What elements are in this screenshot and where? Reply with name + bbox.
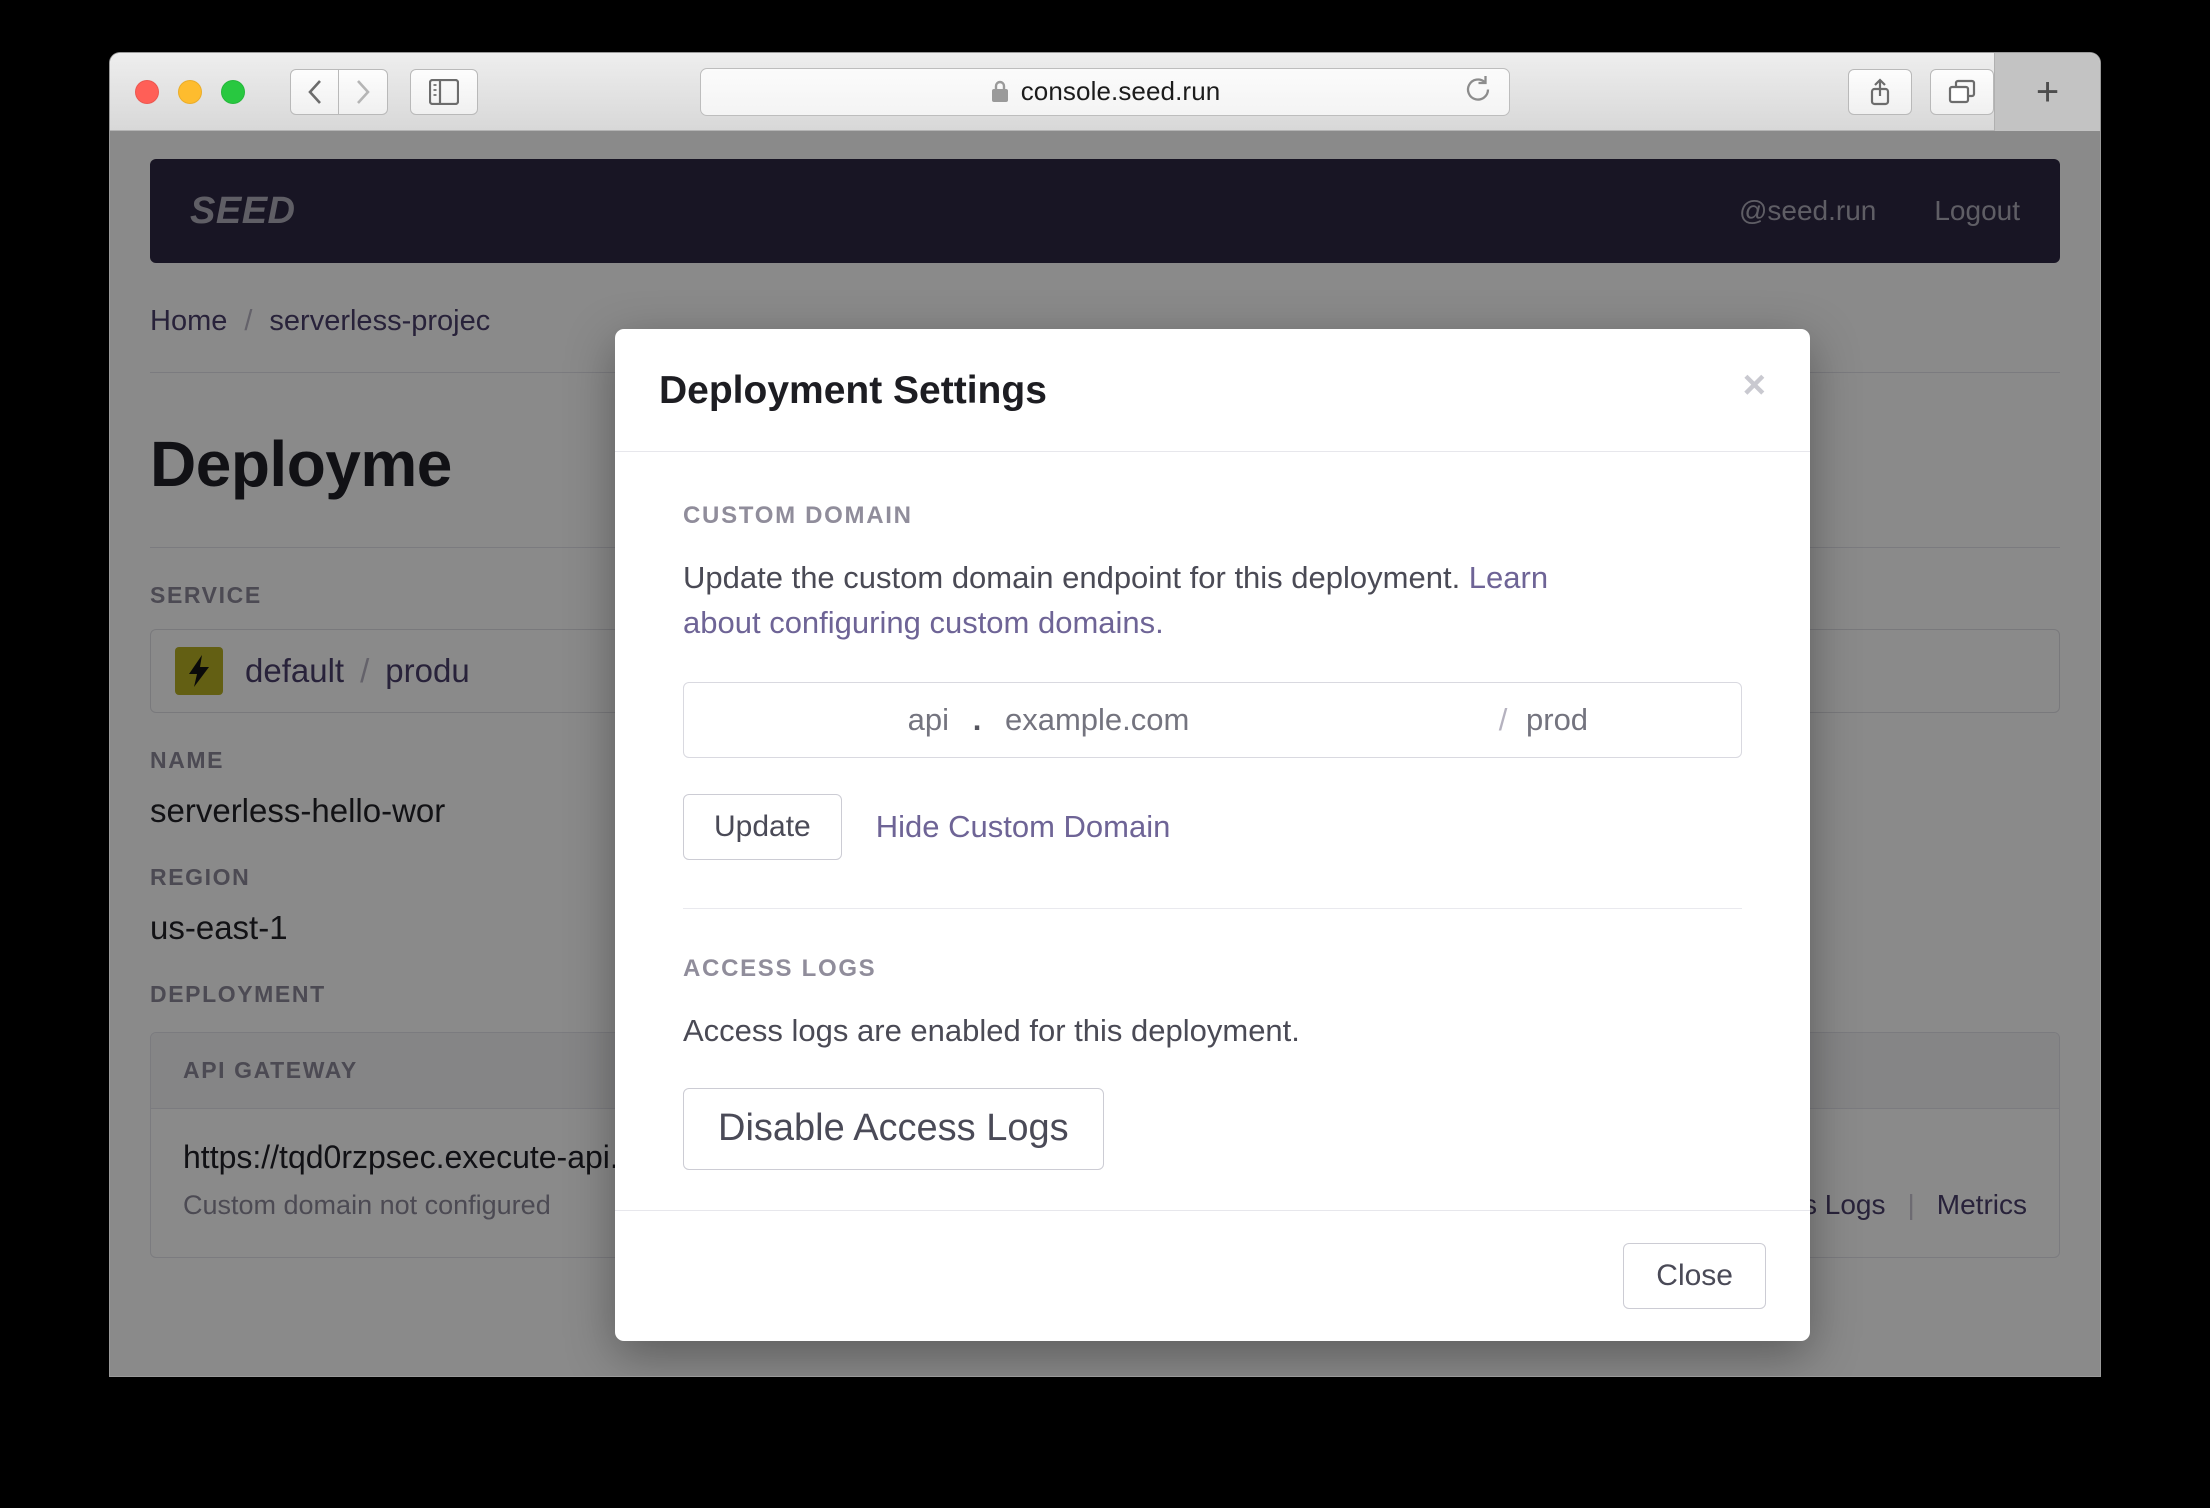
dot-separator: . [949, 702, 1005, 738]
close-button[interactable]: Close [1623, 1243, 1766, 1309]
sidebar-toggle-icon [429, 79, 459, 105]
window-controls [135, 80, 245, 104]
access-logs-description: Access logs are enabled for this deploym… [683, 1009, 1603, 1054]
forward-button[interactable] [339, 69, 388, 115]
browser-toolbar: console.seed.run [110, 53, 2100, 131]
modal-body: CUSTOM DOMAIN Update the custom domain e… [615, 452, 1810, 1210]
access-logs-section-label: ACCESS LOGS [683, 955, 1742, 983]
custom-domain-description: Update the custom domain endpoint for th… [683, 556, 1603, 646]
modal-section-divider [683, 908, 1742, 909]
share-icon [1867, 77, 1893, 107]
tab-overview-button[interactable] [1930, 69, 1994, 115]
modal-title: Deployment Settings [659, 369, 1047, 413]
custom-domain-description-text: Update the custom domain endpoint for th… [683, 560, 1469, 595]
sidebar-toggle-button[interactable] [410, 69, 478, 115]
address-bar[interactable]: console.seed.run [700, 68, 1510, 116]
address-bar-wrapper: console.seed.run [700, 68, 1510, 116]
maximize-window-button[interactable] [221, 80, 245, 104]
toolbar-right-buttons [1848, 69, 1994, 115]
domain-input[interactable]: example.com [1005, 702, 1480, 738]
deployment-settings-modal: Deployment Settings × CUSTOM DOMAIN Upda… [615, 329, 1810, 1341]
stage-path-input[interactable]: prod [1526, 702, 1741, 738]
disable-access-logs-button[interactable]: Disable Access Logs [683, 1088, 1104, 1170]
page-content: SEED @seed.run Logout Home / serverless-… [110, 131, 2100, 1376]
modal-footer: Close [615, 1210, 1810, 1341]
subdomain-input[interactable]: api [684, 702, 949, 738]
back-button[interactable] [290, 69, 339, 115]
custom-domain-actions: Update Hide Custom Domain [683, 794, 1742, 860]
modal-header: Deployment Settings × [615, 329, 1810, 452]
lock-icon [990, 79, 1010, 104]
custom-domain-section-label: CUSTOM DOMAIN [683, 502, 1742, 530]
minimize-window-button[interactable] [178, 80, 202, 104]
share-button[interactable] [1848, 69, 1912, 115]
navigation-buttons [290, 69, 388, 115]
tab-overview-icon [1947, 78, 1977, 106]
new-tab-button[interactable]: + [1994, 53, 2100, 131]
hide-custom-domain-link[interactable]: Hide Custom Domain [876, 809, 1171, 845]
chevron-right-icon [353, 77, 373, 107]
close-icon[interactable]: × [1743, 369, 1766, 401]
reload-icon[interactable] [1463, 74, 1493, 109]
update-button[interactable]: Update [683, 794, 842, 860]
address-bar-url: console.seed.run [1021, 76, 1221, 107]
close-window-button[interactable] [135, 80, 159, 104]
custom-domain-input-group[interactable]: api . example.com / prod [683, 682, 1742, 758]
browser-window: console.seed.run [110, 53, 2100, 1376]
chevron-left-icon [305, 77, 325, 107]
slash-separator: / [1480, 702, 1526, 738]
